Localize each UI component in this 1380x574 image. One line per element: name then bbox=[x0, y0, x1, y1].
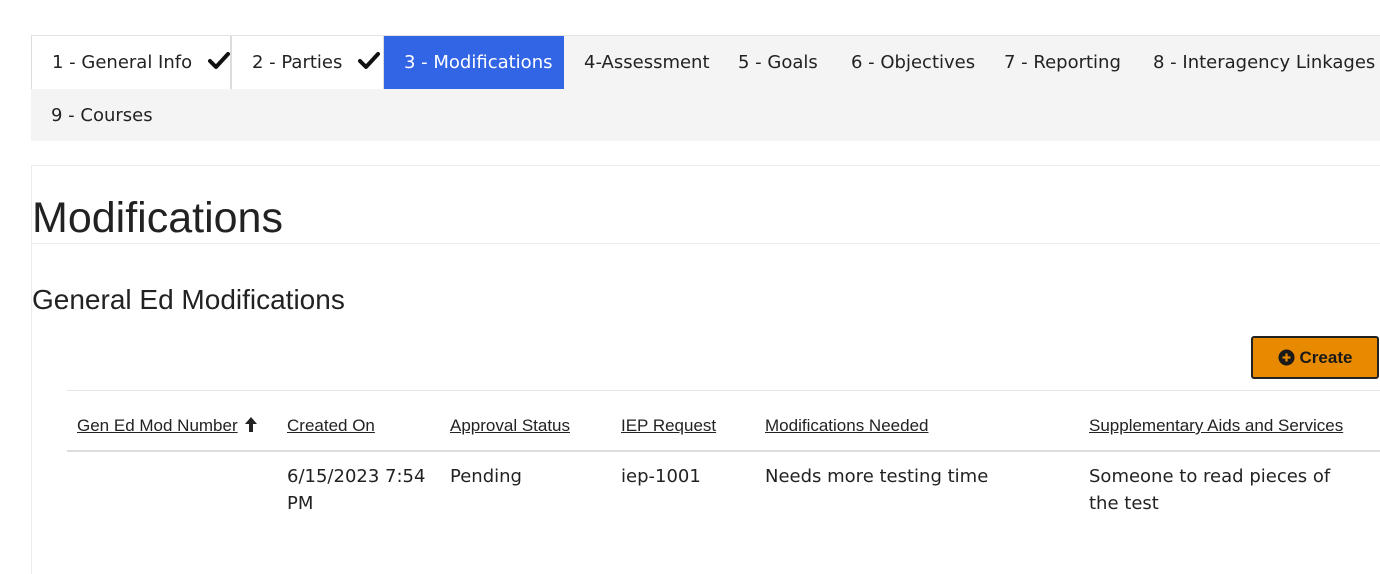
tab-objectives[interactable]: 6 - Objectives bbox=[831, 36, 984, 89]
tab-courses[interactable]: 9 - Courses bbox=[31, 89, 171, 142]
tab-label: 5 - Goals bbox=[738, 52, 818, 73]
tab-label: 3 - Modifications bbox=[404, 52, 553, 73]
create-button[interactable]: Create bbox=[1251, 336, 1379, 379]
tab-label: 4-Assessment bbox=[584, 52, 710, 73]
tab-label: 7 - Reporting bbox=[1004, 52, 1121, 73]
create-button-label: Create bbox=[1299, 347, 1353, 367]
tab-assessment[interactable]: 4-Assessment bbox=[564, 36, 718, 89]
cell-approval-status: Pending bbox=[450, 466, 522, 487]
tab-modifications[interactable]: 3 - Modifications bbox=[384, 36, 564, 89]
cell-modifications-needed: Needs more testing time bbox=[765, 466, 989, 487]
divider bbox=[67, 390, 1380, 391]
tab-label: 1 - General Info bbox=[52, 52, 193, 73]
column-header-created-on[interactable]: Created On bbox=[287, 416, 375, 436]
arrow-up-icon bbox=[244, 417, 257, 432]
tab-label: 2 - Parties bbox=[252, 52, 343, 73]
checkmark-icon bbox=[207, 52, 230, 69]
divider bbox=[32, 243, 1380, 244]
tab-label: 8 - Interagency Linkages bbox=[1153, 52, 1376, 73]
tab-interagency-linkages[interactable]: 8 - Interagency Linkages bbox=[1133, 36, 1380, 89]
column-header-modifications-needed[interactable]: Modifications Needed bbox=[765, 416, 928, 436]
divider bbox=[67, 450, 1380, 452]
column-header-gen-ed-mod-number[interactable]: Gen Ed Mod Number bbox=[77, 416, 258, 436]
column-header-approval-status[interactable]: Approval Status bbox=[450, 416, 570, 436]
tab-reporting[interactable]: 7 - Reporting bbox=[984, 36, 1133, 89]
page-title: Modifications bbox=[32, 194, 283, 242]
column-header-supplementary-aids[interactable]: Supplementary Aids and Services bbox=[1089, 416, 1343, 436]
checkmark-icon bbox=[358, 52, 381, 69]
column-header-label: Gen Ed Mod Number bbox=[77, 416, 238, 435]
cell-created-on: 6/15/2023 7:54 PM bbox=[287, 466, 426, 514]
tab-general-info[interactable]: 1 - General Info bbox=[31, 36, 231, 89]
cell-supplementary-aids: Someone to read pieces of the test bbox=[1089, 466, 1331, 514]
cell-iep-request: iep-1001 bbox=[621, 466, 701, 487]
tab-label: 9 - Courses bbox=[51, 105, 153, 126]
column-header-iep-request[interactable]: IEP Request bbox=[621, 416, 716, 436]
plus-circle-icon bbox=[1278, 349, 1295, 366]
tab-label: 6 - Objectives bbox=[851, 52, 976, 73]
tab-goals[interactable]: 5 - Goals bbox=[718, 36, 831, 89]
step-tabs: 1 - General Info 2 - Parties 3 - Modific… bbox=[31, 35, 1380, 141]
section-title: General Ed Modifications bbox=[32, 284, 345, 315]
tab-parties[interactable]: 2 - Parties bbox=[231, 36, 384, 89]
